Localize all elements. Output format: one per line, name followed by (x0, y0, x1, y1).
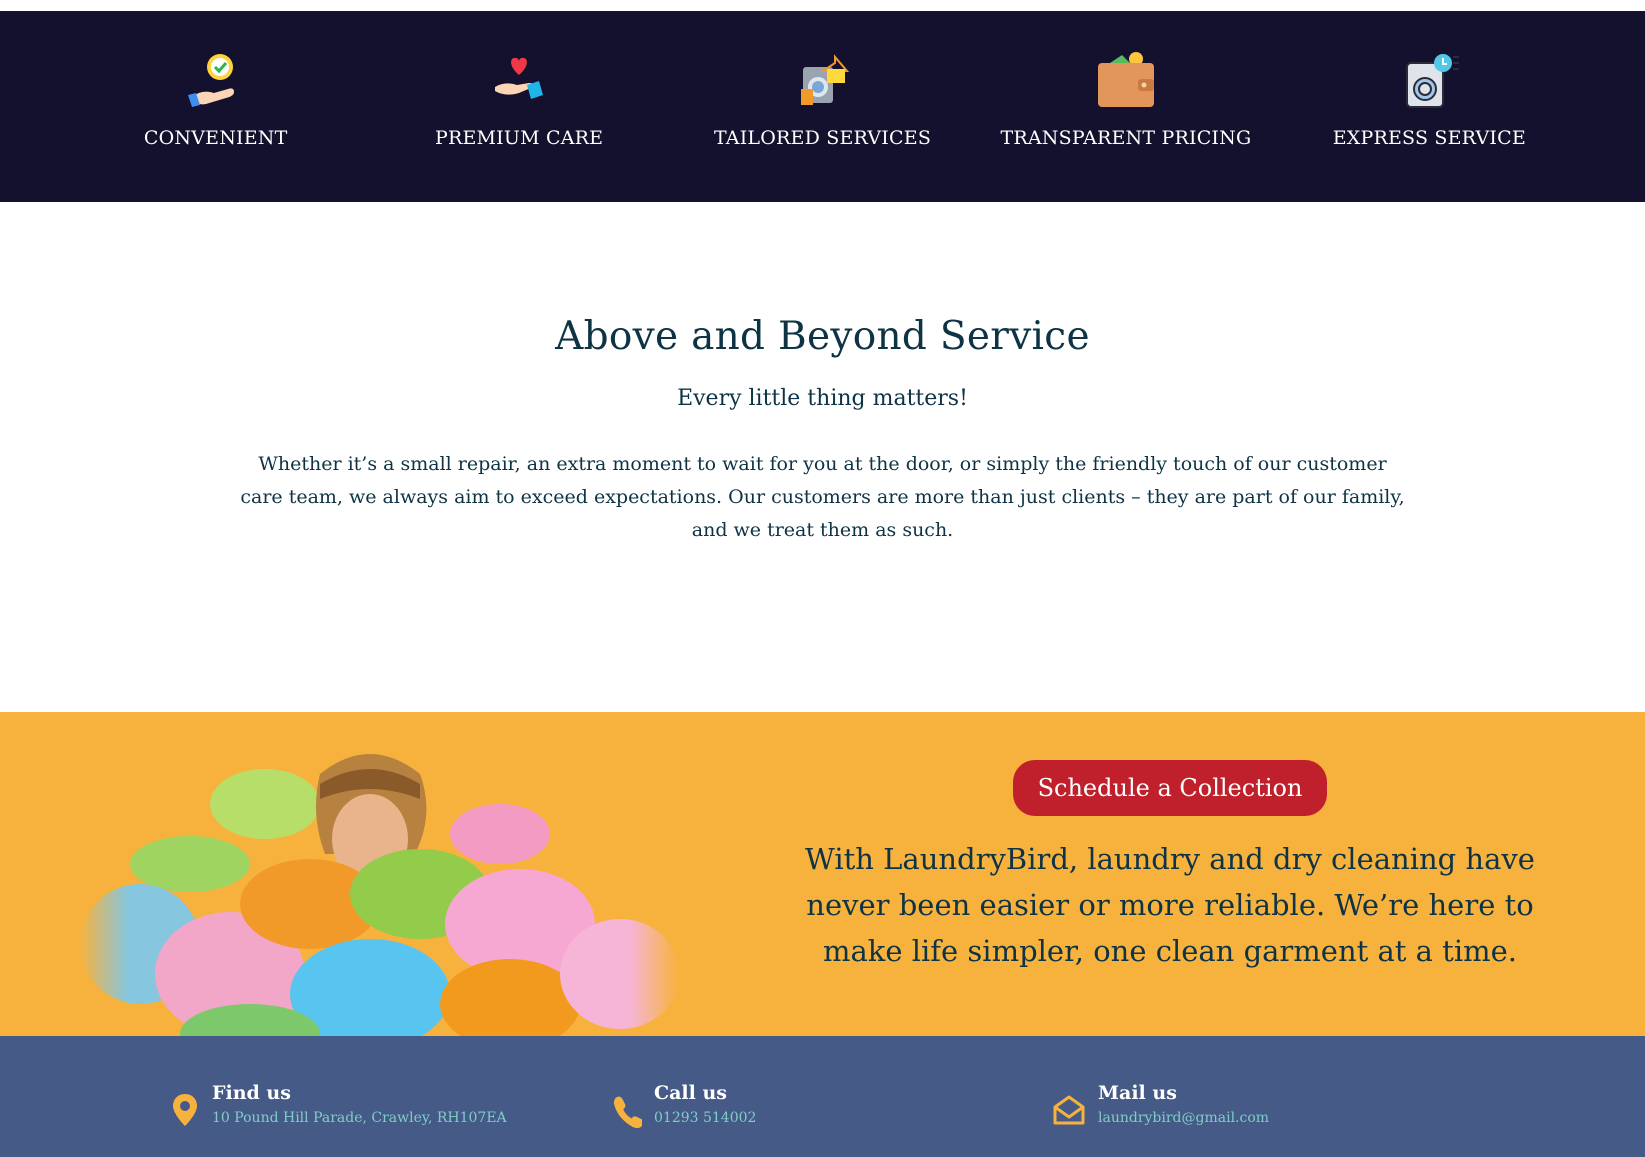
cta-content: Schedule a Collection With LaundryBird, … (780, 760, 1560, 974)
cta-text: With LaundryBird, laundry and dry cleani… (805, 842, 1535, 968)
section-subtitle: Every little thing matters! (677, 386, 968, 411)
feature-label: PREMIUM CARE (434, 127, 604, 149)
laundry-pile-image (80, 744, 678, 1036)
washer-timer-icon (1406, 54, 1460, 108)
contact-title: Mail us (1098, 1082, 1177, 1104)
phone-icon (613, 1096, 642, 1128)
feature-express-service: EXPRESS SERVICE (1278, 11, 1581, 202)
contact-title: Call us (654, 1082, 727, 1104)
wallet-icon (1097, 52, 1154, 107)
about-section: Above and Beyond Service Every little th… (0, 202, 1645, 712)
feature-transparent-pricing: TRANSPARENT PRICING (974, 11, 1277, 202)
section-title: Above and Beyond Service (555, 314, 1090, 359)
contact-address: 10 Pound Hill Parade, Crawley, RH107EA (212, 1110, 507, 1126)
washer-hanger-icon (800, 54, 849, 105)
top-strip (0, 0, 1645, 11)
feature-premium-care: PREMIUM CARE (367, 11, 670, 202)
location-pin-icon (173, 1094, 197, 1126)
feature-convenient: CONVENIENT (64, 11, 367, 202)
features-band: CONVENIENT PREMIUM CARE TAILORED SERVICE… (0, 11, 1645, 202)
cta-band: Schedule a Collection With LaundryBird, … (0, 712, 1645, 1036)
envelope-icon (1053, 1095, 1085, 1125)
schedule-collection-button[interactable]: Schedule a Collection (1012, 760, 1328, 816)
feature-label: TRANSPARENT PRICING (1000, 127, 1252, 149)
section-body: Whether it’s a small repair, an extra mo… (240, 453, 1405, 541)
feature-label: CONVENIENT (143, 127, 288, 149)
contact-footer: Find us 10 Pound Hill Parade, Crawley, R… (0, 1036, 1645, 1157)
feature-tailored-services: TAILORED SERVICES (671, 11, 974, 202)
contact-email: laundrybird@gmail.com (1098, 1110, 1270, 1126)
contact-call-us[interactable]: Call us 01293 514002 (612, 1082, 756, 1128)
hand-clock-icon (187, 54, 234, 107)
feature-label: TAILORED SERVICES (713, 127, 932, 149)
contact-title: Find us (212, 1082, 291, 1104)
hand-heart-icon (495, 57, 544, 99)
feature-label: EXPRESS SERVICE (1332, 127, 1526, 149)
contact-find-us[interactable]: Find us 10 Pound Hill Parade, Crawley, R… (170, 1082, 507, 1128)
contact-mail-us[interactable]: Mail us laundrybird@gmail.com (1052, 1082, 1269, 1128)
contact-phone: 01293 514002 (654, 1110, 757, 1126)
